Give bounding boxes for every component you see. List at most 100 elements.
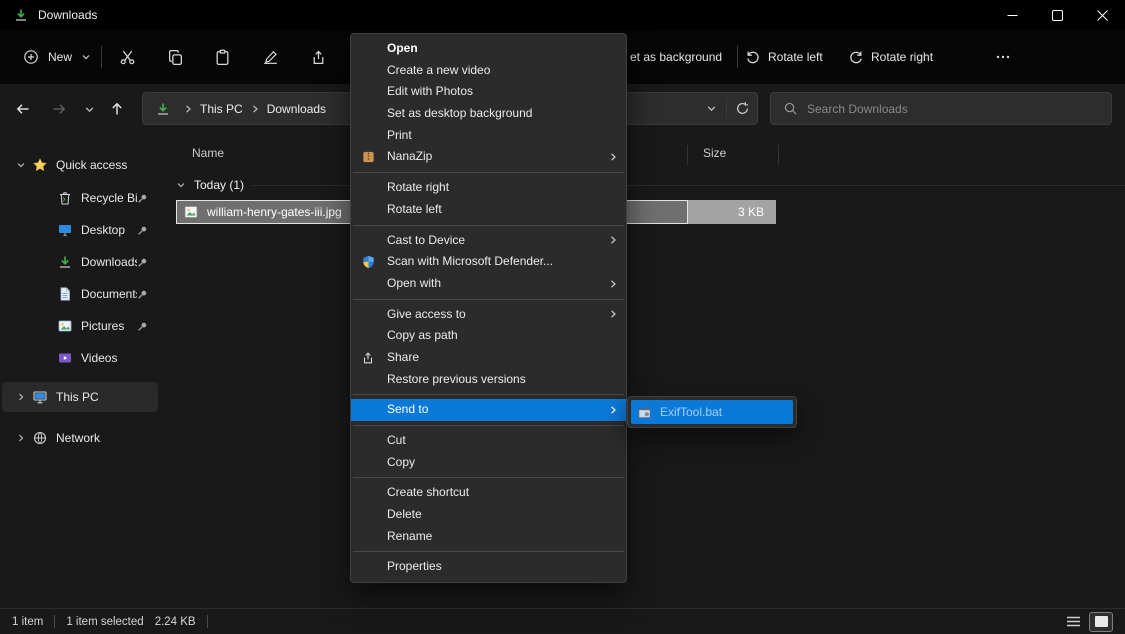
menu-item-give-access-to[interactable]: Give access to xyxy=(351,304,626,326)
chevron-right-icon[interactable] xyxy=(10,392,32,402)
menu-item-label: Copy xyxy=(387,455,415,469)
chevron-right-icon[interactable] xyxy=(10,433,32,443)
rotate-right-button[interactable]: Rotate right xyxy=(848,30,933,84)
details-view-button[interactable] xyxy=(1061,612,1085,632)
menu-item-rotate-left[interactable]: Rotate left xyxy=(351,199,626,221)
refresh-button[interactable] xyxy=(727,93,757,124)
downloads-folder-icon xyxy=(13,7,29,23)
status-selection-count: 1 item selected xyxy=(66,616,143,628)
menu-separator xyxy=(353,477,624,478)
forward-button[interactable] xyxy=(46,96,72,122)
menu-item-restore-previous-versions[interactable]: Restore previous versions xyxy=(351,369,626,391)
sidebar-item-quick-access[interactable]: Quick access xyxy=(2,150,158,180)
menu-item-label: Give access to xyxy=(387,307,466,321)
search-input[interactable] xyxy=(807,102,1099,116)
menu-item-send-to[interactable]: Send to xyxy=(351,399,626,421)
nanazip-icon xyxy=(361,150,376,165)
address-dropdown-button[interactable] xyxy=(696,93,726,124)
menu-item-label: Send to xyxy=(387,402,428,416)
menu-item-nanazip[interactable]: NanaZip xyxy=(351,146,626,168)
thumbnail-view-button[interactable] xyxy=(1089,612,1113,632)
star-icon xyxy=(32,157,56,173)
paste-button[interactable] xyxy=(202,30,242,84)
status-bar: 1 item 1 item selected 2.24 KB xyxy=(0,608,1125,634)
submenu-arrow-icon xyxy=(608,235,618,245)
breadcrumb-downloads[interactable]: Downloads xyxy=(265,102,328,116)
file-size: 3 KB xyxy=(688,205,776,219)
sidebar-item-desktop[interactable]: Desktop xyxy=(2,215,158,245)
sidebar-item-label: Videos xyxy=(81,351,158,365)
group-header-today[interactable]: Today (1) xyxy=(176,176,1125,194)
sidebar-item-network[interactable]: Network xyxy=(2,423,158,453)
pin-icon xyxy=(137,289,148,300)
column-divider[interactable] xyxy=(778,145,779,165)
menu-item-rotate-right[interactable]: Rotate right xyxy=(351,177,626,199)
sidebar-item-documents[interactable]: Documents xyxy=(2,279,158,309)
menu-item-open[interactable]: Open xyxy=(351,38,626,60)
rotate-left-button[interactable]: Rotate left xyxy=(745,30,823,84)
menu-item-label: Set as desktop background xyxy=(387,106,532,120)
sidebar-item-videos[interactable]: Videos xyxy=(2,343,158,373)
defender-shield-icon xyxy=(361,255,376,270)
column-divider[interactable] xyxy=(687,145,688,165)
search-box[interactable] xyxy=(770,92,1112,125)
share-button[interactable] xyxy=(298,30,338,84)
pin-icon xyxy=(137,321,148,332)
menu-item-properties[interactable]: Properties xyxy=(351,556,626,578)
sidebar-item-downloads[interactable]: Downloads xyxy=(2,247,158,277)
minimize-button[interactable] xyxy=(990,0,1035,30)
recycle-bin-icon xyxy=(57,190,81,206)
menu-item-cast-to-device[interactable]: Cast to Device xyxy=(351,230,626,252)
submenu-arrow-icon xyxy=(608,152,618,162)
recent-locations-button[interactable] xyxy=(80,96,98,122)
window-controls xyxy=(990,0,1125,30)
view-toggle-group xyxy=(1061,612,1113,632)
sidebar-item-label: Downloads xyxy=(81,255,137,269)
submenu-item-exiftool[interactable]: ExifTool.bat xyxy=(631,400,793,424)
menu-item-create-a-new-video[interactable]: Create a new video xyxy=(351,60,626,82)
chevron-down-icon[interactable] xyxy=(176,180,186,190)
network-icon xyxy=(32,430,56,446)
menu-separator xyxy=(353,551,624,552)
cut-button[interactable] xyxy=(107,30,147,84)
file-name: william-henry-gates-iii.jpg xyxy=(207,205,342,219)
rename-button[interactable] xyxy=(250,30,290,84)
pin-icon xyxy=(137,257,148,268)
menu-item-rename[interactable]: Rename xyxy=(351,526,626,548)
menu-item-open-with[interactable]: Open with xyxy=(351,273,626,295)
menu-item-set-as-desktop-background[interactable]: Set as desktop background xyxy=(351,103,626,125)
maximize-button[interactable] xyxy=(1035,0,1080,30)
menu-item-label: Open xyxy=(387,41,418,55)
set-as-background-button[interactable]: et as background xyxy=(630,30,722,84)
copy-button[interactable] xyxy=(155,30,195,84)
desktop-icon xyxy=(57,222,81,238)
close-button[interactable] xyxy=(1080,0,1125,30)
menu-item-edit-with-photos[interactable]: Edit with Photos xyxy=(351,81,626,103)
sidebar-item-recycle-bin[interactable]: Recycle Bin xyxy=(2,183,158,213)
column-header-size[interactable]: Size xyxy=(703,146,726,160)
menu-item-scan-with-microsoft-defender[interactable]: Scan with Microsoft Defender... xyxy=(351,251,626,273)
exiftool-icon xyxy=(637,405,652,420)
rotate-right-label: Rotate right xyxy=(871,50,933,64)
status-item-count: 1 item xyxy=(12,616,43,628)
new-button[interactable]: New xyxy=(10,30,104,84)
chevron-down-icon[interactable] xyxy=(10,160,32,170)
menu-item-share[interactable]: Share xyxy=(351,347,626,369)
menu-item-create-shortcut[interactable]: Create shortcut xyxy=(351,482,626,504)
more-options-button[interactable] xyxy=(985,30,1021,84)
sidebar-item-label: Recycle Bin xyxy=(81,191,137,205)
menu-item-print[interactable]: Print xyxy=(351,125,626,147)
column-header-name[interactable]: Name xyxy=(192,146,224,160)
menu-item-delete[interactable]: Delete xyxy=(351,504,626,526)
new-button-label: New xyxy=(48,50,72,64)
breadcrumb-this-pc[interactable]: This PC xyxy=(198,102,245,116)
menu-item-cut[interactable]: Cut xyxy=(351,430,626,452)
status-divider xyxy=(207,615,208,628)
back-button[interactable] xyxy=(10,96,36,122)
sidebar-item-pictures[interactable]: Pictures xyxy=(2,311,158,341)
menu-item-copy[interactable]: Copy xyxy=(351,452,626,474)
menu-item-copy-as-path[interactable]: Copy as path xyxy=(351,325,626,347)
sidebar-item-this-pc[interactable]: This PC xyxy=(2,382,158,412)
menu-item-label: Rotate left xyxy=(387,202,442,216)
up-button[interactable] xyxy=(104,96,130,122)
